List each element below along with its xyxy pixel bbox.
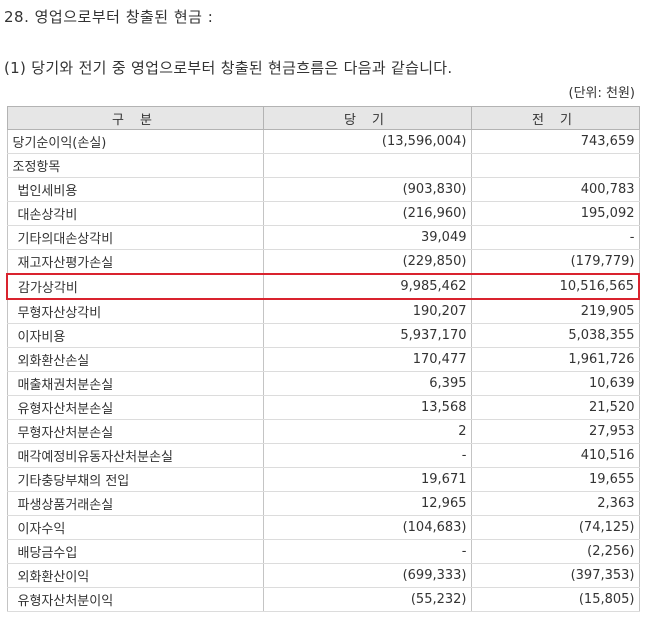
current-period-value: (216,960) [262,201,472,226]
table-row: 당기순이익(손실) (13,596,004) 743,659 [6,129,640,154]
table-row: 재고자산평가손실 (229,850) (179,779) [6,249,640,275]
current-period-value: (104,683) [262,515,472,540]
table-row: 이자비용 5,937,170 5,038,355 [6,323,640,348]
row-label: 매출채권처분손실 [6,371,264,396]
prior-period-value: - [470,225,640,250]
row-label: 이자수익 [6,515,264,540]
current-period-value: - [262,539,472,564]
current-period-value: 190,207 [262,299,472,324]
current-period-value: 9,985,462 [262,273,472,300]
row-label: 기타충당부채의 전입 [6,467,264,492]
unit-note: (단위: 천원) [568,86,636,101]
prior-period-value: 410,516 [470,443,640,468]
table-row: 유형자산처분손실 13,568 21,520 [6,395,640,420]
table-row: 파생상품거래손실 12,965 2,363 [6,491,640,516]
prior-period-value: 19,655 [470,467,640,492]
current-period-value: 170,477 [262,347,472,372]
row-label: 유형자산처분이익 [6,587,264,612]
section-subtitle: (1) 당기와 전기 중 영업으로부터 창출된 현금흐름은 다음과 같습니다. [4,59,453,77]
prior-period-value: 743,659 [470,129,640,154]
row-label: 대손상각비 [6,201,264,226]
prior-period-value: (2,256) [470,539,640,564]
prior-period-value: 21,520 [470,395,640,420]
row-label: 감가상각비 [6,273,264,300]
table-row: 법인세비용 (903,830) 400,783 [6,177,640,202]
row-label: 외화환산이익 [6,563,264,588]
table-header-row: 구 분 당 기 전 기 [6,106,640,130]
prior-period-value: (15,805) [470,587,640,612]
prior-period-value: 10,639 [470,371,640,396]
row-label: 법인세비용 [6,177,264,202]
table-row: 유형자산처분이익 (55,232) (15,805) [6,587,640,612]
table-row: 기타충당부채의 전입 19,671 19,655 [6,467,640,492]
prior-period-value: 27,953 [470,419,640,444]
prior-period-value: 10,516,565 [470,273,640,300]
table-row: 외화환산이익 (699,333) (397,353) [6,563,640,588]
row-label: 파생상품거래손실 [6,491,264,516]
prior-period-value: 1,961,726 [470,347,640,372]
current-period-value: (13,596,004) [262,129,472,154]
row-label: 이자비용 [6,323,264,348]
prior-period-value: (179,779) [470,249,640,275]
row-label: 기타의대손상각비 [6,225,264,250]
row-label: 무형자산처분손실 [6,419,264,444]
current-period-value: (229,850) [262,249,472,275]
table-row-highlighted: 감가상각비 9,985,462 10,516,565 [6,273,640,300]
prior-period-value: 219,905 [470,299,640,324]
current-period-value: 12,965 [262,491,472,516]
prior-period-value: 400,783 [470,177,640,202]
prior-period-value: 2,363 [470,491,640,516]
current-period-value: 39,049 [262,225,472,250]
row-label: 재고자산평가손실 [6,249,264,275]
prior-period-value [470,153,640,178]
table-row: 외화환산손실 170,477 1,961,726 [6,347,640,372]
header-category: 구 분 [6,106,264,130]
row-label: 유형자산처분손실 [6,395,264,420]
current-period-value: 19,671 [262,467,472,492]
row-label: 배당금수입 [6,539,264,564]
section-title: 28. 영업으로부터 창출된 현금 : [4,8,214,26]
table-row: 대손상각비 (216,960) 195,092 [6,201,640,226]
current-period-value: 6,395 [262,371,472,396]
table-row: 이자수익 (104,683) (74,125) [6,515,640,540]
row-label: 무형자산상각비 [6,299,264,324]
header-current-period: 당 기 [262,106,472,130]
table-row: 기타의대손상각비 39,049- [6,225,640,250]
row-label: 매각예정비유동자산처분손실 [6,443,264,468]
table-body: 당기순이익(손실) (13,596,004) 743,659 조정항목 법인세비용 (90… [6,129,640,612]
row-label: 당기순이익(손실) [6,129,264,154]
table-row: 조정항목 [6,153,640,178]
cash-flow-table: 구 분 당 기 전 기 당기순이익(손실) (13,596,004) 743,659… [6,106,640,612]
table-row: 매출채권처분손실 6,395 10,639 [6,371,640,396]
prior-period-value: (397,353) [470,563,640,588]
prior-period-value: 5,038,355 [470,323,640,348]
table-row: 매각예정비유동자산처분손실 -410,516 [6,443,640,468]
prior-period-value: (74,125) [470,515,640,540]
current-period-value: (903,830) [262,177,472,202]
current-period-value: - [262,443,472,468]
current-period-value [262,153,472,178]
prior-period-value: 195,092 [470,201,640,226]
current-period-value: 2 [262,419,472,444]
current-period-value: (699,333) [262,563,472,588]
current-period-value: 13,568 [262,395,472,420]
row-label: 조정항목 [6,153,264,178]
current-period-value: 5,937,170 [262,323,472,348]
table-row: 무형자산상각비 190,207 219,905 [6,299,640,324]
current-period-value: (55,232) [262,587,472,612]
row-label: 외화환산손실 [6,347,264,372]
table-row: 무형자산처분손실 2 27,953 [6,419,640,444]
table-row: 배당금수입 - (2,256) [6,539,640,564]
header-prior-period: 전 기 [470,106,640,130]
